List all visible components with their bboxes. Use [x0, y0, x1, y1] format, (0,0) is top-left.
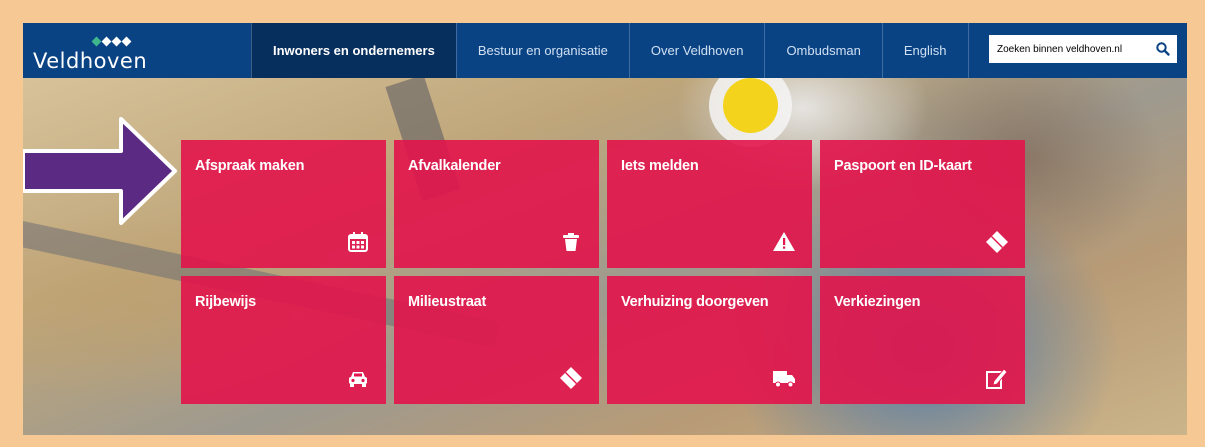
trash-icon — [563, 233, 579, 251]
car-icon — [349, 372, 367, 387]
tile-label: Iets melden — [621, 158, 699, 174]
logo-text: Veldhoven — [33, 49, 148, 73]
truck-icon — [773, 371, 795, 388]
calendar-icon — [348, 232, 368, 252]
pencil-edit-icon — [986, 368, 1008, 389]
tile-label: Afspraak maken — [195, 158, 305, 174]
tile-afvalkalender[interactable]: Afvalkalender — [394, 140, 599, 268]
page-frame: Veldhoven Inwoners en ondernemers Bestuu… — [0, 0, 1205, 447]
eraser-icon — [986, 231, 1008, 253]
main-nav: Inwoners en ondernemers Bestuur en organ… — [251, 23, 969, 78]
warning-icon — [773, 232, 795, 251]
tile-milieustraat[interactable]: Milieustraat — [394, 276, 599, 404]
tile-paspoort-en-id-kaart[interactable]: Paspoort en ID-kaart — [820, 140, 1025, 268]
tile-afspraak-maken[interactable]: Afspraak maken — [181, 140, 386, 268]
tile-label: Afvalkalender — [408, 158, 501, 174]
tile-label: Rijbewijs — [195, 294, 257, 310]
tile-iets-melden[interactable]: Iets melden — [607, 140, 812, 268]
search-icon[interactable] — [1155, 41, 1171, 57]
search-input[interactable] — [989, 35, 1139, 63]
nav-item-english[interactable]: English — [881, 23, 969, 78]
website: Veldhoven Inwoners en ondernemers Bestuu… — [23, 23, 1187, 435]
tile-label: Verhuizing doorgeven — [621, 294, 769, 310]
header-bar: Veldhoven Inwoners en ondernemers Bestuu… — [23, 23, 1187, 78]
logo[interactable]: Veldhoven — [33, 33, 183, 73]
nav-item-ombudsman[interactable]: Ombudsman — [764, 23, 881, 78]
nav-item-over-veldhoven[interactable]: Over Veldhoven — [628, 23, 765, 78]
nav-item-inwoners[interactable]: Inwoners en ondernemers — [251, 23, 456, 78]
tile-label: Milieustraat — [408, 294, 487, 310]
tile-rijbewijs[interactable]: Rijbewijs — [181, 276, 386, 404]
tile-verhuizing-doorgeven[interactable]: Verhuizing doorgeven — [607, 276, 812, 404]
tile-label: Paspoort en ID-kaart — [834, 158, 972, 174]
background-respirator — [723, 78, 778, 133]
tile-verkiezingen[interactable]: Verkiezingen — [820, 276, 1025, 404]
eraser-icon — [560, 367, 582, 389]
nav-item-bestuur[interactable]: Bestuur en organisatie — [455, 23, 629, 78]
search-box — [989, 35, 1177, 63]
logo-mark-icon — [91, 36, 132, 47]
tile-label: Verkiezingen — [834, 294, 921, 310]
arrow-pointer-icon — [23, 117, 177, 225]
